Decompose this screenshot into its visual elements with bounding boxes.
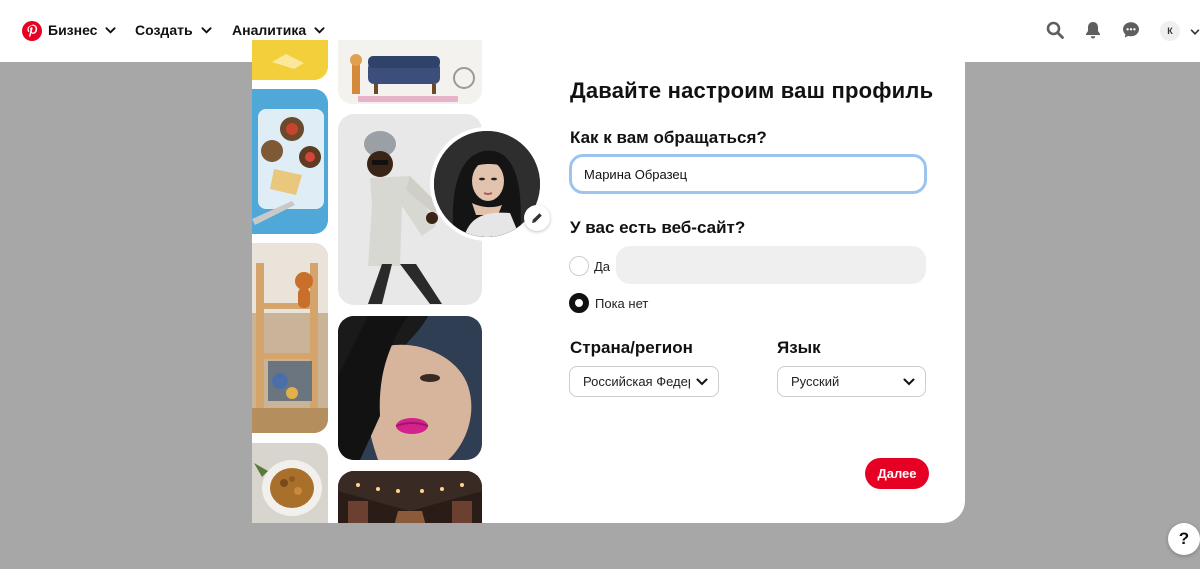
language-select-value: Русский bbox=[791, 374, 840, 389]
website-yes-label: Да bbox=[594, 259, 611, 274]
country-select[interactable]: Российская Федерация bbox=[569, 366, 719, 397]
next-button[interactable]: Далее bbox=[865, 458, 929, 489]
nav-create-label: Создать bbox=[135, 22, 193, 38]
notifications-bell-icon[interactable] bbox=[1083, 20, 1103, 40]
name-label: Как к вам обращаться? bbox=[570, 128, 767, 147]
chevron-down-icon bbox=[314, 26, 325, 34]
account-chevron-down-icon[interactable] bbox=[1190, 27, 1200, 37]
account-avatar-initial: К bbox=[1167, 26, 1173, 36]
mosaic-tile-street-lights bbox=[338, 471, 482, 523]
modal-title: Давайте настроим ваш профиль bbox=[570, 78, 934, 103]
profile-setup-modal: Давайте настроим ваш профиль Как к вам о… bbox=[252, 40, 965, 523]
chevron-down-icon bbox=[201, 26, 212, 34]
photo-mosaic bbox=[252, 40, 542, 523]
help-button-label: ? bbox=[1178, 529, 1190, 548]
name-input[interactable] bbox=[569, 154, 927, 194]
help-button[interactable]: ? bbox=[1168, 523, 1200, 555]
language-select[interactable]: Русский bbox=[777, 366, 926, 397]
nav-analytics-label: Аналитика bbox=[232, 22, 307, 38]
website-no-radio[interactable] bbox=[569, 293, 589, 313]
chevron-down-icon bbox=[903, 378, 915, 385]
messages-icon[interactable] bbox=[1121, 20, 1141, 40]
country-label: Страна/регион bbox=[570, 338, 693, 357]
mosaic-tile-woman-portrait bbox=[338, 316, 482, 460]
mosaic-tile-kids-room bbox=[252, 243, 328, 433]
country-select-value: Российская Федерация bbox=[583, 374, 690, 389]
edit-photo-button[interactable] bbox=[524, 205, 550, 231]
search-icon[interactable] bbox=[1045, 20, 1065, 40]
website-no-label: Пока нет bbox=[595, 296, 649, 311]
nav-analytics-menu[interactable]: Аналитика bbox=[232, 22, 325, 38]
website-yes-radio[interactable] bbox=[569, 256, 589, 276]
mosaic-tile-living-room bbox=[338, 40, 482, 104]
pinterest-logo-icon[interactable] bbox=[22, 21, 42, 41]
chevron-down-icon bbox=[696, 378, 708, 385]
pencil-icon bbox=[532, 213, 542, 223]
language-label: Язык bbox=[777, 338, 821, 357]
chevron-down-icon bbox=[105, 26, 117, 34]
website-url-input[interactable] bbox=[616, 246, 926, 284]
nav-business-label: Бизнес bbox=[48, 22, 98, 38]
nav-business-menu[interactable]: Бизнес bbox=[48, 22, 117, 38]
nav-create-menu[interactable]: Создать bbox=[135, 22, 212, 38]
mosaic-tile-yellow bbox=[252, 40, 328, 80]
mosaic-tile-nuts-bowl bbox=[252, 443, 328, 523]
website-label: У вас есть веб-сайт? bbox=[570, 218, 746, 237]
account-avatar[interactable]: К bbox=[1160, 21, 1180, 41]
mosaic-tile-food-tray bbox=[252, 89, 328, 234]
